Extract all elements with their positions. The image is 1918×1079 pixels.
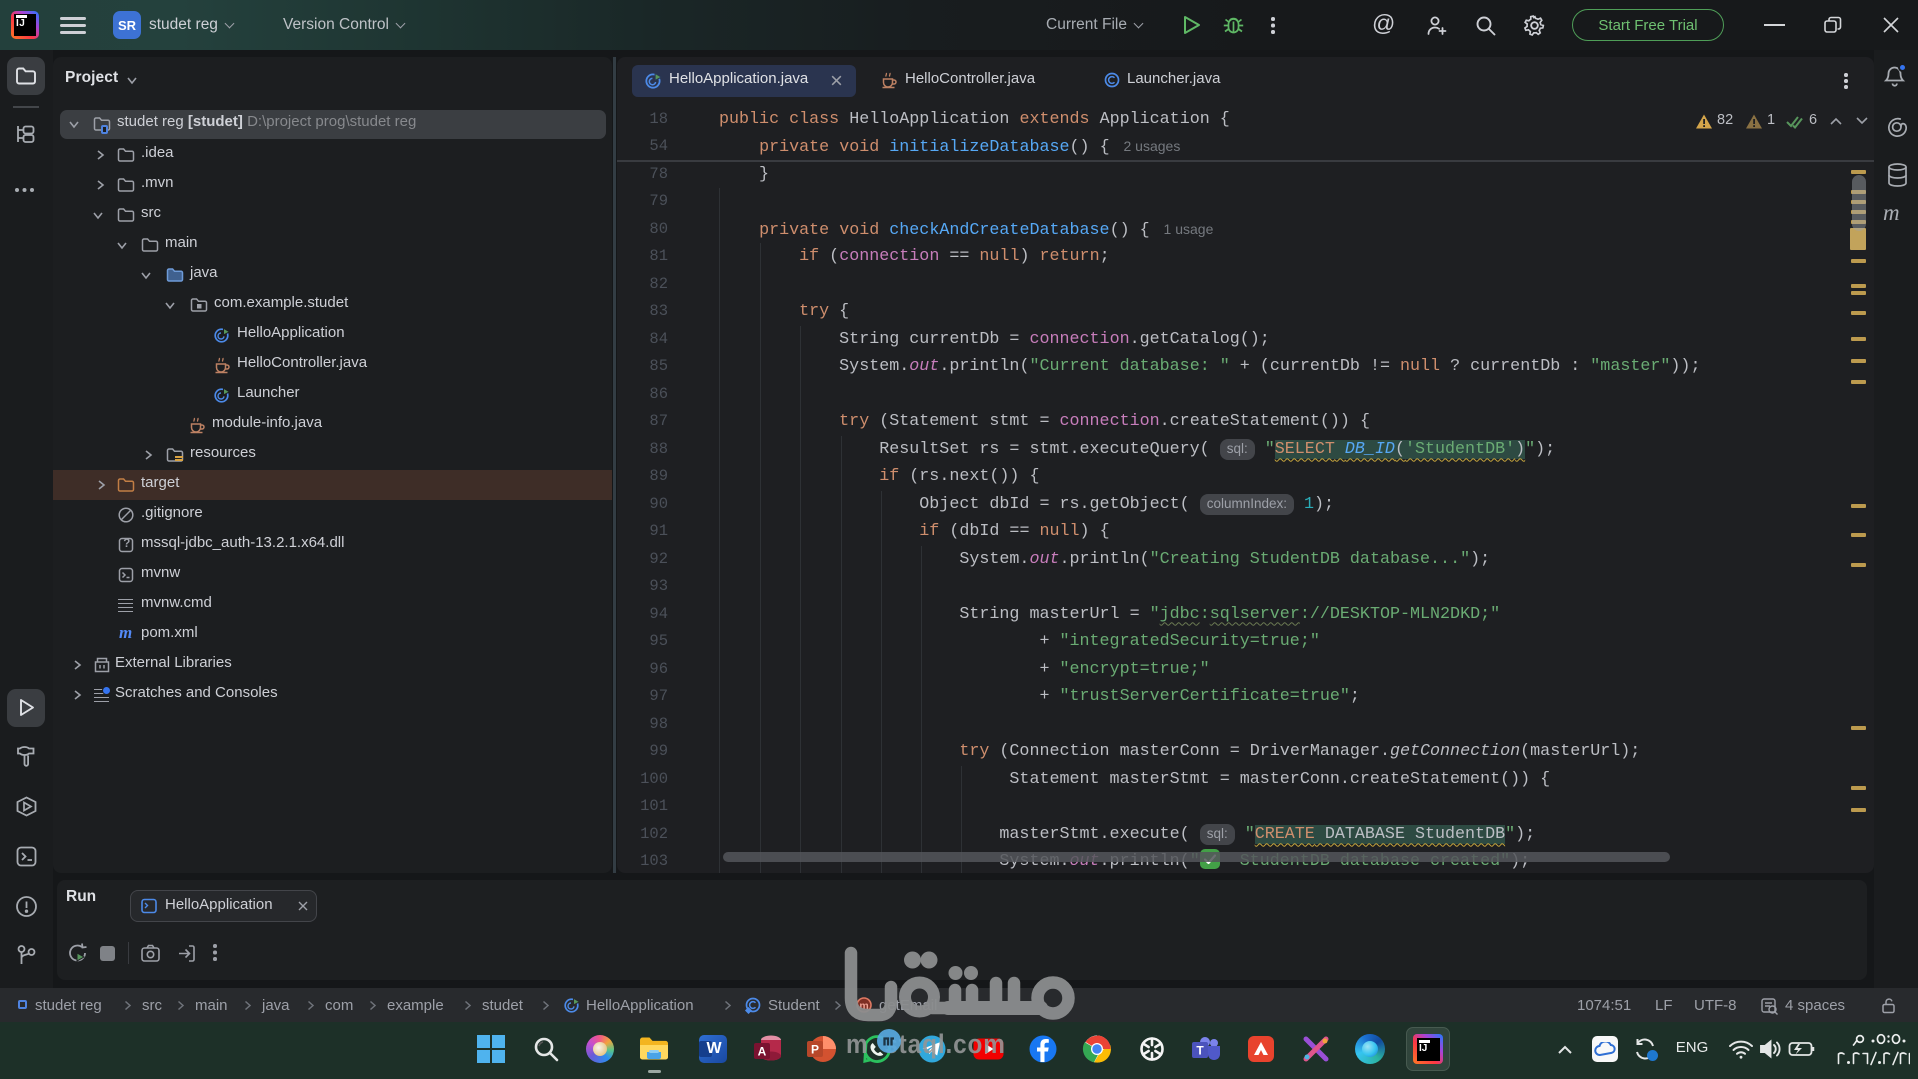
svg-text:T: T xyxy=(1196,1044,1204,1058)
svg-text:P: P xyxy=(811,1043,819,1057)
svg-text:A: A xyxy=(758,1045,767,1059)
